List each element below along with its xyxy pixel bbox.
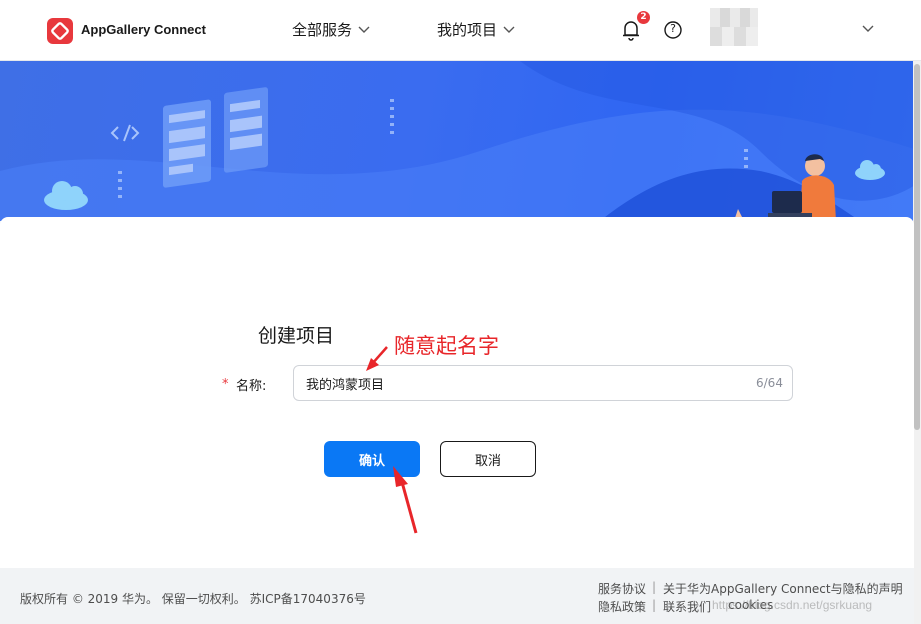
help-circle-icon[interactable]: ? bbox=[664, 21, 682, 39]
user-avatar[interactable] bbox=[710, 8, 758, 46]
footer-separator: | bbox=[652, 598, 657, 612]
footer-link-privacy-policy[interactable]: 隐私政策 bbox=[598, 598, 646, 615]
footer-separator: | bbox=[652, 580, 657, 594]
appgallery-logo-icon[interactable] bbox=[47, 18, 73, 44]
nav-my-projects[interactable]: 我的项目 bbox=[437, 19, 515, 40]
notification-badge: 2 bbox=[637, 11, 650, 24]
scrollbar-thumb[interactable] bbox=[914, 64, 920, 430]
annotation-text: 随意起名字 bbox=[394, 334, 499, 358]
copyright-text: 版权所有 © 2019 华为。 保留一切权利。 苏ICP备17040376号 bbox=[20, 592, 366, 606]
footer-link-privacy-statement[interactable]: 关于华为AppGallery Connect与隐私的声明 bbox=[663, 580, 903, 597]
cancel-button[interactable]: 取消 bbox=[440, 441, 536, 477]
hero-banner bbox=[0, 61, 921, 221]
android-doc-panel bbox=[163, 99, 211, 188]
watermark-text: https://blog.csdn.net/gsrkuang bbox=[712, 598, 873, 612]
bell-icon[interactable] bbox=[621, 19, 641, 41]
ios-doc-panel bbox=[224, 87, 268, 173]
banner-illustration bbox=[0, 61, 921, 221]
name-field-label: 名称: bbox=[236, 379, 267, 394]
code-icon bbox=[110, 124, 140, 142]
nav-all-services-label: 全部服务 bbox=[292, 21, 353, 39]
help-symbol: ? bbox=[670, 22, 676, 35]
confirm-button[interactable]: 确认 bbox=[324, 441, 420, 477]
required-mark: * bbox=[222, 377, 229, 392]
project-name-input[interactable] bbox=[293, 365, 793, 401]
chevron-down-icon bbox=[358, 26, 370, 33]
footer-link-contact[interactable]: 联系我们 bbox=[663, 598, 711, 615]
footer-link-service-agreement[interactable]: 服务协议 bbox=[598, 580, 646, 597]
brand-name[interactable]: AppGallery Connect bbox=[81, 22, 206, 37]
chevron-down-icon bbox=[503, 26, 515, 33]
nav-my-projects-label: 我的项目 bbox=[437, 21, 498, 39]
chevron-down-icon[interactable] bbox=[862, 25, 874, 33]
top-header: AppGallery Connect 全部服务 我的项目 2 ? bbox=[0, 0, 921, 61]
page-title: 创建项目 bbox=[258, 325, 335, 347]
nav-all-services[interactable]: 全部服务 bbox=[292, 19, 370, 40]
char-counter: 6/64 bbox=[756, 376, 783, 390]
